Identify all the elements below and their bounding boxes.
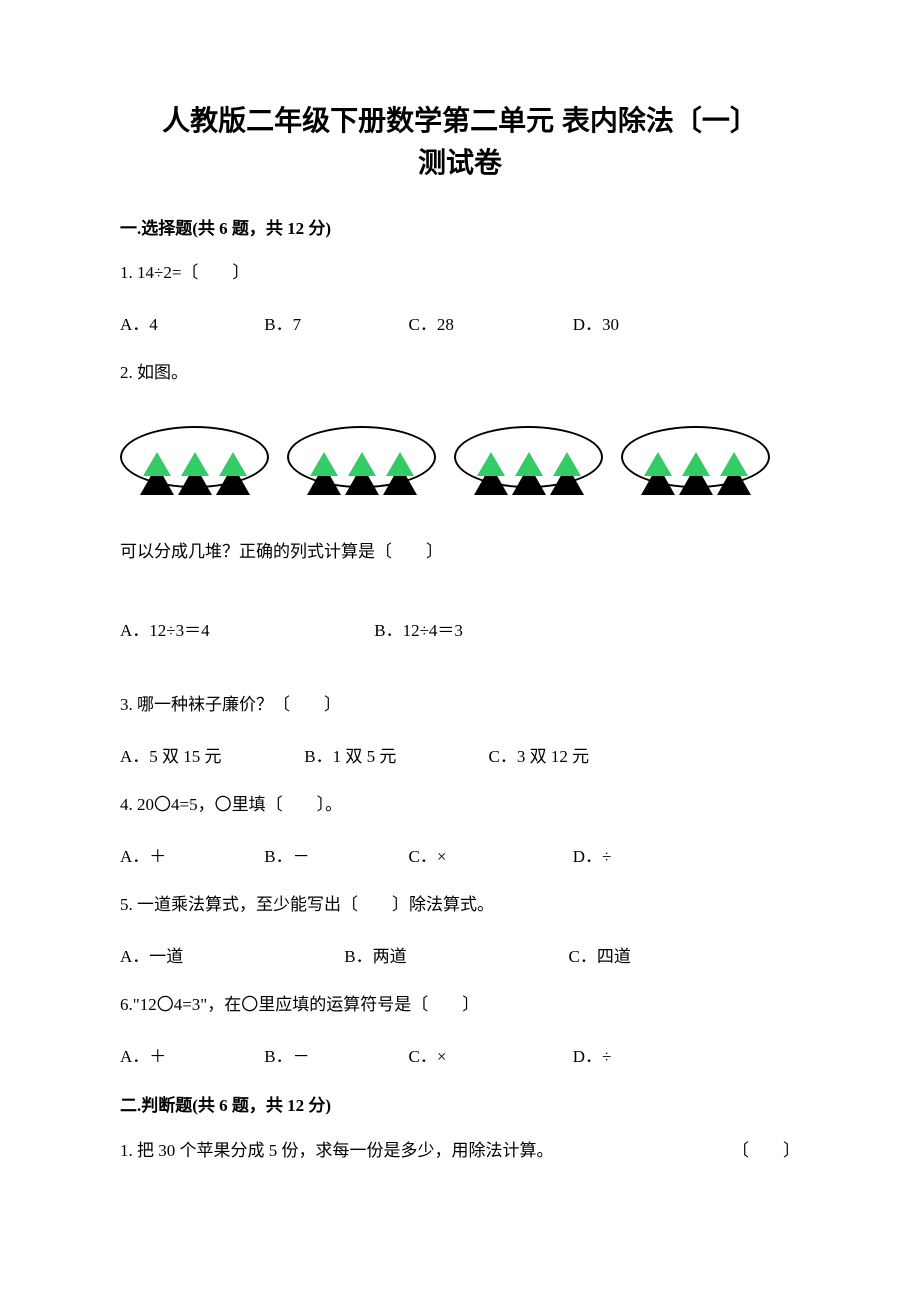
q1-option-d: D．30 [573,310,693,335]
q3-option-c: C．3 双 12 元 [489,742,669,767]
triangle-icon [679,448,713,466]
question-4-options: A．＋ B．－ C．× D．÷ [120,842,800,867]
section-2-header: 二.判断题(共 6 题，共 12 分) [120,1091,800,1116]
triangle-icon [345,448,379,466]
triangle-icon [178,448,212,466]
document-title: 人教版二年级下册数学第二单元 表内除法〔一〕 测试卷 [120,100,800,184]
q5-option-b: B．两道 [344,942,564,967]
triangle-icon [641,448,675,466]
judge-1-blank: 〔 〕 [732,1136,800,1161]
question-5-options: A．一道 B．两道 C．四道 [120,942,800,967]
title-line-1: 人教版二年级下册数学第二单元 表内除法〔一〕 [120,100,800,142]
triangle-icon [307,448,341,466]
oval-4 [621,426,770,488]
q2-option-b: B．12÷4＝3 [374,616,574,641]
oval-3 [454,426,603,488]
q6-option-b: B．－ [264,1042,404,1067]
judge-question-1: 1. 把 30 个苹果分成 5 份，求每一份是多少，用除法计算。 〔 〕 [120,1136,800,1161]
triangle-icon [383,448,417,466]
question-5: 5. 一道乘法算式，至少能写出〔 〕除法算式。 [120,891,800,918]
triangle-icon [474,448,508,466]
question-2-options: A．12÷3＝4 B．12÷4＝3 [120,616,800,641]
question-2-intro: 2. 如图。 [120,359,800,386]
question-3: 3. 哪一种袜子廉价？〔 〕 [120,691,800,718]
q1-option-b: B．7 [264,310,404,335]
judge-1-text: 1. 把 30 个苹果分成 5 份，求每一份是多少，用除法计算。 [120,1136,554,1161]
triangle-icon [216,448,250,466]
triangle-icon [512,448,546,466]
q6-option-a: A．＋ [120,1042,260,1067]
q5-option-c: C．四道 [569,942,749,967]
q6-option-d: D．÷ [573,1042,693,1067]
triangle-icon [717,448,751,466]
q6-option-c: C．× [409,1042,569,1067]
title-line-2: 测试卷 [120,142,800,184]
question-2-text: 可以分成几堆？正确的列式计算是〔 〕 [120,538,800,565]
q5-option-a: A．一道 [120,942,340,967]
oval-2 [287,426,436,488]
q4-option-d: D．÷ [573,842,693,867]
triangle-icon [550,448,584,466]
q1-option-c: C．28 [409,310,569,335]
q4-option-c: C．× [409,842,569,867]
q1-option-a: A．4 [120,310,260,335]
oval-1 [120,426,269,488]
q3-option-b: B．1 双 5 元 [304,742,484,767]
question-6-options: A．＋ B．－ C．× D．÷ [120,1042,800,1067]
question-1: 1. 14÷2=〔 〕 [120,259,800,286]
q4-option-a: A．＋ [120,842,260,867]
q4-option-b: B．－ [264,842,404,867]
question-6: 6."12〇4=3"，在〇里应填的运算符号是〔 〕 [120,991,800,1018]
q3-option-a: A．5 双 15 元 [120,742,300,767]
q2-option-a: A．12÷3＝4 [120,616,370,641]
question-2-figure [120,426,800,488]
section-1-header: 一.选择题(共 6 题，共 12 分) [120,214,800,239]
ovals-group [120,426,800,488]
question-4: 4. 20〇4=5，〇里填〔 〕。 [120,791,800,818]
page: 人教版二年级下册数学第二单元 表内除法〔一〕 测试卷 一.选择题(共 6 题，共… [0,0,920,1245]
triangle-icon [140,448,174,466]
question-3-options: A．5 双 15 元 B．1 双 5 元 C．3 双 12 元 [120,742,800,767]
question-1-options: A．4 B．7 C．28 D．30 [120,310,800,335]
